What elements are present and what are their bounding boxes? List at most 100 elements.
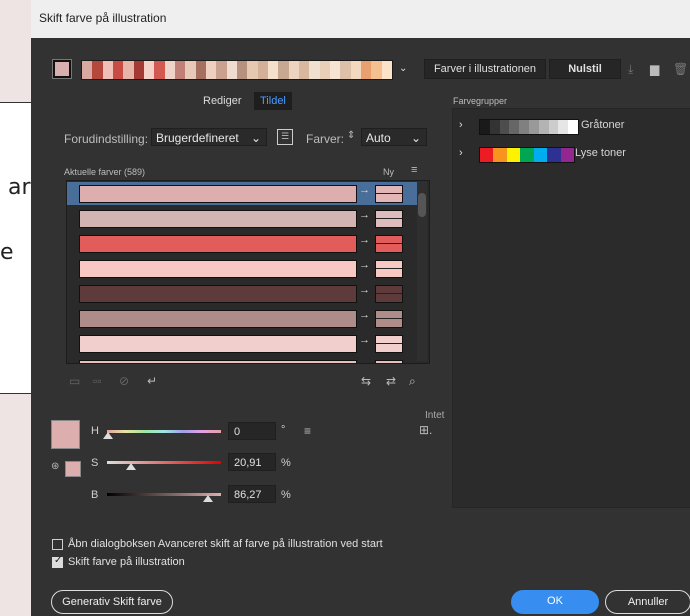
b-input[interactable]: 86,27 bbox=[228, 485, 276, 503]
preset-select[interactable]: Brugerdefineret ⌄ bbox=[151, 128, 267, 146]
current-color-bar[interactable] bbox=[79, 235, 357, 253]
saturation-slider[interactable] bbox=[107, 461, 221, 464]
group-color-swatch[interactable] bbox=[528, 120, 539, 134]
color-row[interactable]: → bbox=[67, 357, 417, 363]
group-color-swatch[interactable] bbox=[548, 120, 559, 134]
new-color-swatch[interactable] bbox=[375, 310, 403, 328]
merge-colors-icon[interactable]: ▭ bbox=[69, 374, 80, 388]
colors-in-illustration-button[interactable]: Farver i illustrationen bbox=[424, 59, 546, 79]
group-color-swatch[interactable] bbox=[480, 148, 494, 162]
color-strip[interactable] bbox=[81, 60, 393, 80]
new-color-swatch[interactable] bbox=[375, 235, 403, 253]
saturation-slider-handle[interactable] bbox=[126, 463, 136, 470]
stepper-icon[interactable]: ⇕ bbox=[347, 130, 355, 141]
strip-color bbox=[174, 61, 186, 79]
current-fill-swatch[interactable] bbox=[51, 420, 80, 449]
hue-slider[interactable] bbox=[107, 430, 221, 433]
delete-icon[interactable]: 🗑 bbox=[673, 62, 688, 76]
strip-dropdown-icon[interactable]: ⌄ bbox=[399, 63, 407, 74]
reset-button[interactable]: Nulstil bbox=[549, 59, 621, 79]
list-menu-icon[interactable]: ≡ bbox=[411, 164, 417, 176]
bright-swatches[interactable] bbox=[479, 147, 575, 163]
new-color-swatch[interactable] bbox=[375, 285, 403, 303]
grayscale-swatches[interactable] bbox=[479, 119, 579, 135]
chevron-right-icon[interactable]: › bbox=[459, 119, 463, 131]
arrow-right-icon[interactable]: → bbox=[359, 359, 370, 363]
arrow-right-icon[interactable]: → bbox=[359, 184, 370, 196]
arrow-right-icon[interactable]: → bbox=[359, 334, 370, 346]
find-color-icon[interactable]: ⌕ bbox=[409, 374, 416, 389]
new-color-swatch[interactable] bbox=[375, 185, 403, 203]
new-color-swatch[interactable] bbox=[375, 210, 403, 228]
group-color-swatch[interactable] bbox=[568, 120, 578, 134]
color-row[interactable]: → bbox=[67, 257, 417, 280]
current-color-bar[interactable] bbox=[79, 285, 357, 303]
group-color-swatch[interactable] bbox=[519, 120, 529, 134]
new-color-swatch[interactable] bbox=[375, 260, 403, 278]
group-color-swatch[interactable] bbox=[480, 120, 490, 134]
color-row[interactable]: → bbox=[67, 182, 417, 205]
current-color-bar[interactable] bbox=[79, 360, 357, 363]
tab-edit[interactable]: Rediger bbox=[197, 92, 248, 110]
arrow-right-icon[interactable]: → bbox=[359, 259, 370, 271]
group-color-swatch[interactable] bbox=[558, 120, 569, 134]
h-input[interactable]: 0 bbox=[228, 422, 276, 440]
arrow-right-icon[interactable]: → bbox=[359, 234, 370, 246]
exclude-colors-icon[interactable]: ⊘ bbox=[119, 374, 129, 388]
arrow-right-icon[interactable]: → bbox=[359, 209, 370, 221]
arrow-right-icon[interactable]: → bbox=[359, 309, 370, 321]
small-swatch[interactable] bbox=[65, 461, 81, 477]
color-row[interactable]: → bbox=[67, 332, 417, 355]
new-row-icon[interactable]: ↵ bbox=[147, 374, 157, 388]
group-color-swatch[interactable] bbox=[509, 120, 520, 134]
colors-count-select[interactable]: Auto ⌄ bbox=[361, 128, 427, 146]
color-assignment-list[interactable]: → → → → → → → → bbox=[66, 180, 430, 364]
h-unit: ° bbox=[281, 424, 286, 436]
hue-slider-handle[interactable] bbox=[103, 432, 113, 439]
grid-icon[interactable]: ⊞. bbox=[419, 423, 432, 437]
recolor-art-checkbox[interactable]: ✓ bbox=[52, 555, 63, 568]
scrollbar-thumb[interactable] bbox=[418, 193, 426, 217]
color-row[interactable]: → bbox=[67, 207, 417, 230]
separate-colors-icon[interactable]: ▫▫ bbox=[93, 374, 102, 388]
generative-recolor-button[interactable]: Generativ Skift farve bbox=[51, 590, 173, 614]
advanced-on-start-checkbox[interactable] bbox=[52, 539, 63, 550]
group-color-swatch[interactable] bbox=[547, 148, 561, 162]
group-color-swatch[interactable] bbox=[560, 148, 574, 162]
cancel-button[interactable]: Annuller bbox=[605, 590, 690, 614]
group-color-swatch[interactable] bbox=[520, 148, 534, 162]
current-color-bar[interactable] bbox=[79, 260, 357, 278]
randomize-saturation-icon[interactable]: ⇄ bbox=[386, 374, 396, 388]
group-row-bright[interactable]: › Lyse toner bbox=[453, 145, 689, 165]
randomize-order-icon[interactable]: ⇆ bbox=[361, 374, 371, 388]
current-color-bar[interactable] bbox=[79, 335, 357, 353]
group-color-swatch[interactable] bbox=[533, 148, 548, 162]
folder-icon[interactable]: ▆ bbox=[650, 62, 659, 76]
brightness-slider-handle[interactable] bbox=[203, 495, 213, 502]
current-color-bar[interactable] bbox=[79, 210, 357, 228]
group-color-swatch[interactable] bbox=[538, 120, 549, 134]
color-row[interactable]: → bbox=[67, 232, 417, 255]
chevron-right-icon[interactable]: › bbox=[459, 147, 463, 159]
color-row[interactable]: → bbox=[67, 282, 417, 305]
new-color-swatch[interactable] bbox=[375, 360, 403, 363]
selected-color-swatch[interactable] bbox=[52, 59, 72, 79]
new-color-swatch[interactable] bbox=[375, 335, 403, 353]
current-color-bar[interactable] bbox=[79, 185, 357, 203]
group-row-grayscale[interactable]: › Gråtoner bbox=[453, 117, 689, 137]
tab-assign[interactable]: Tildel bbox=[254, 92, 292, 110]
arrow-right-icon[interactable]: → bbox=[359, 284, 370, 296]
strip-color bbox=[267, 61, 279, 79]
list-scrollbar[interactable] bbox=[417, 181, 427, 361]
preset-options-icon[interactable]: ☰ bbox=[277, 129, 293, 145]
group-color-swatch[interactable] bbox=[493, 148, 507, 162]
group-color-swatch[interactable] bbox=[506, 148, 521, 162]
group-color-swatch[interactable] bbox=[499, 120, 510, 134]
ok-button[interactable]: OK bbox=[511, 590, 599, 614]
color-mode-menu-icon[interactable]: ≡ bbox=[304, 424, 311, 438]
current-color-bar[interactable] bbox=[79, 310, 357, 328]
group-color-swatch[interactable] bbox=[489, 120, 500, 134]
color-row[interactable]: → bbox=[67, 307, 417, 330]
s-input[interactable]: 20,91 bbox=[228, 453, 276, 471]
save-group-icon[interactable]: ⤓ bbox=[628, 62, 633, 77]
